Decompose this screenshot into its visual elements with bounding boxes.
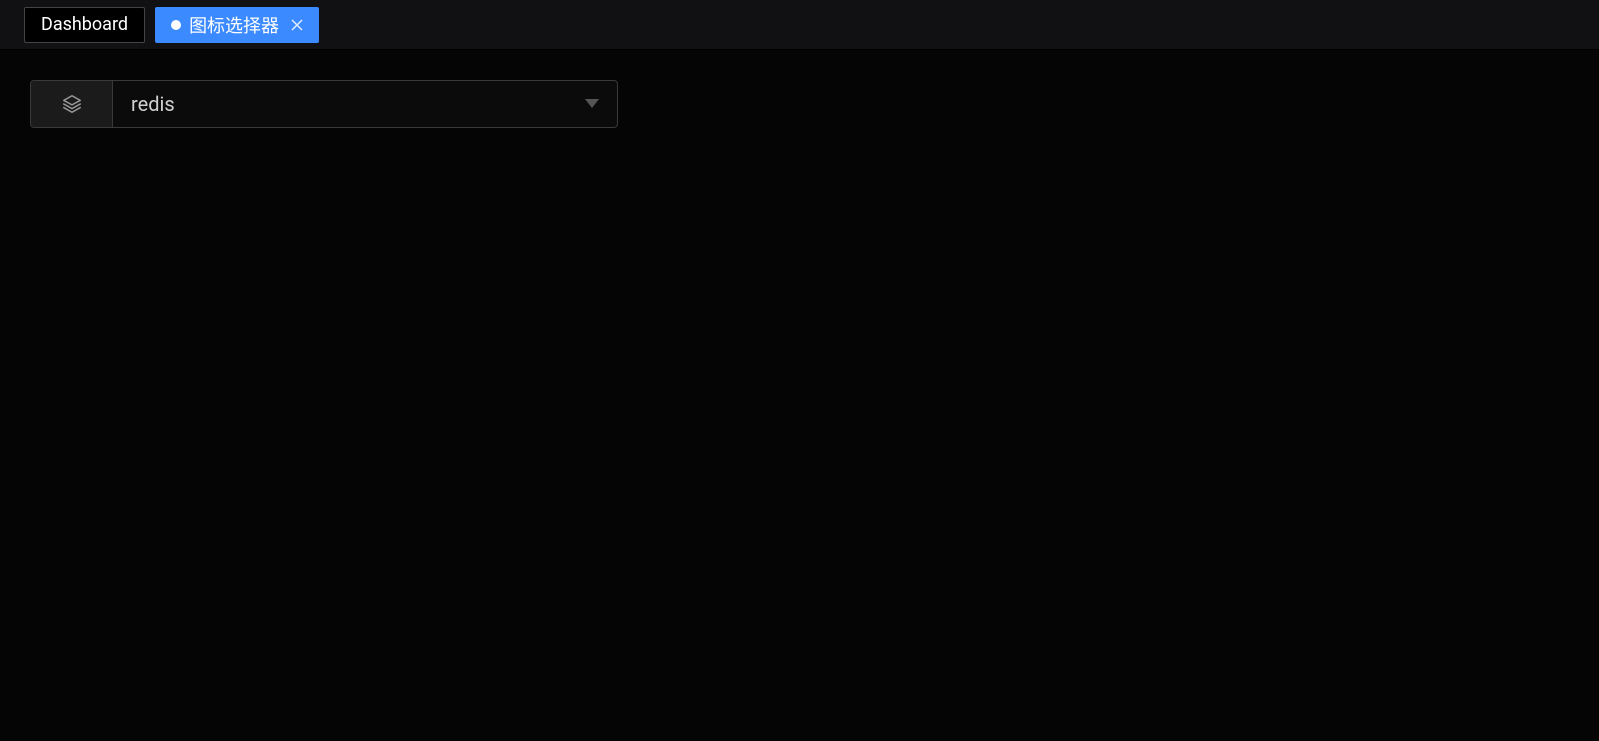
tab-bar: Dashboard 图标选择器 xyxy=(0,0,1599,50)
icon-select[interactable]: redis xyxy=(30,80,618,128)
tab-dashboard[interactable]: Dashboard xyxy=(24,7,145,43)
tab-icon-picker[interactable]: 图标选择器 xyxy=(155,7,319,43)
layers-icon xyxy=(61,93,83,115)
chevron-down-icon[interactable] xyxy=(567,81,617,127)
tab-label: 图标选择器 xyxy=(189,12,279,38)
unsaved-indicator-icon xyxy=(171,20,181,30)
content-area: redis xyxy=(0,50,1599,158)
icon-select-value: redis xyxy=(113,81,567,127)
icon-select-prefix xyxy=(31,81,113,127)
tab-label: Dashboard xyxy=(41,14,128,35)
close-icon[interactable] xyxy=(291,19,303,31)
